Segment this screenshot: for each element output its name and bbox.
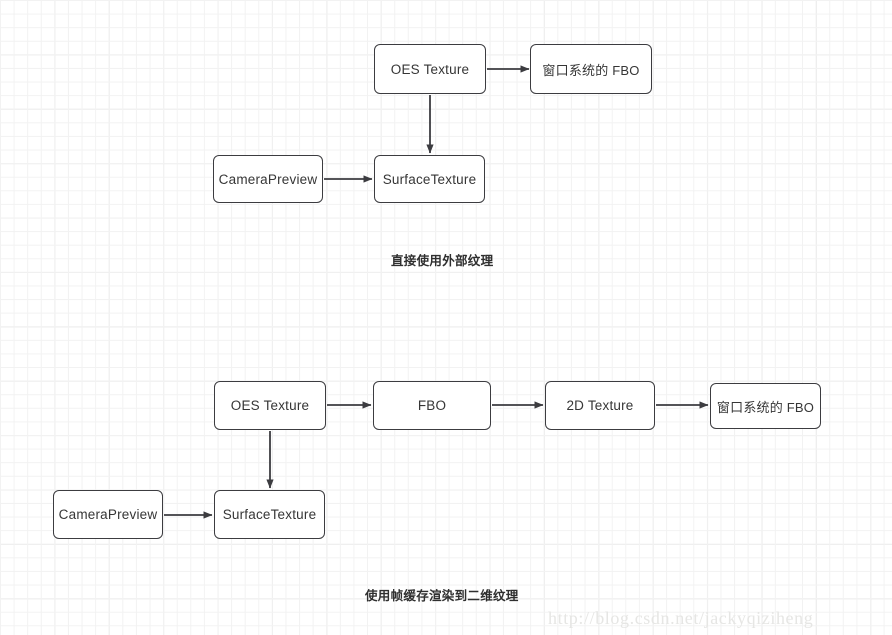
diagram-canvas: OES Texture 窗口系统的 FBO CameraPreview Surf… xyxy=(0,0,892,635)
caption-render-to-2d-texture: 使用帧缓存渲染到二维纹理 xyxy=(365,589,519,603)
node-surface-texture-2[interactable]: SurfaceTexture xyxy=(214,490,325,539)
node-2d-texture[interactable]: 2D Texture xyxy=(545,381,655,430)
node-surface-texture[interactable]: SurfaceTexture xyxy=(374,155,485,203)
node-window-system-fbo-2[interactable]: 窗口系统的 FBO xyxy=(710,383,821,429)
node-oes-texture[interactable]: OES Texture xyxy=(374,44,486,94)
node-camera-preview[interactable]: CameraPreview xyxy=(213,155,323,203)
node-window-system-fbo[interactable]: 窗口系统的 FBO xyxy=(530,44,652,94)
caption-direct-external-texture: 直接使用外部纹理 xyxy=(391,254,494,268)
node-camera-preview-2[interactable]: CameraPreview xyxy=(53,490,163,539)
edge-layer xyxy=(164,65,709,519)
node-oes-texture-2[interactable]: OES Texture xyxy=(214,381,326,430)
watermark-blog-url: http://blog.csdn.net/jackyqiziheng xyxy=(548,608,814,628)
node-fbo[interactable]: FBO xyxy=(373,381,491,430)
